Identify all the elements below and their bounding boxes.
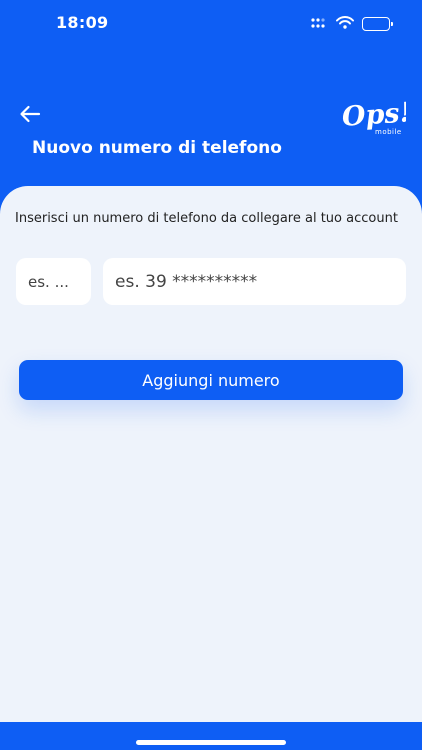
svg-text:mobile: mobile	[375, 128, 402, 136]
status-time: 18:09	[56, 13, 109, 32]
add-number-button[interactable]: Aggiungi numero	[19, 360, 403, 400]
page-title: Nuovo numero di telefono	[32, 138, 282, 158]
ops-mobile-logo: Ops! mobile	[340, 92, 412, 138]
country-prefix-input[interactable]	[16, 258, 91, 305]
status-bar: 18:09	[0, 0, 422, 46]
home-indicator[interactable]	[136, 740, 286, 745]
signal-icon	[310, 14, 328, 33]
wifi-icon	[336, 14, 354, 33]
back-button[interactable]	[16, 102, 44, 130]
instruction-text: Inserisci un numero di telefono da colle…	[15, 211, 398, 226]
battery-icon	[362, 16, 393, 31]
bottom-bar	[0, 722, 422, 750]
back-arrow-icon	[19, 105, 41, 127]
phone-number-input[interactable]	[103, 258, 406, 305]
content-panel: Inserisci un numero di telefono da colle…	[0, 186, 422, 722]
header: Ops! mobile Nuovo numero di telefono	[0, 46, 422, 186]
status-icons	[310, 14, 393, 33]
